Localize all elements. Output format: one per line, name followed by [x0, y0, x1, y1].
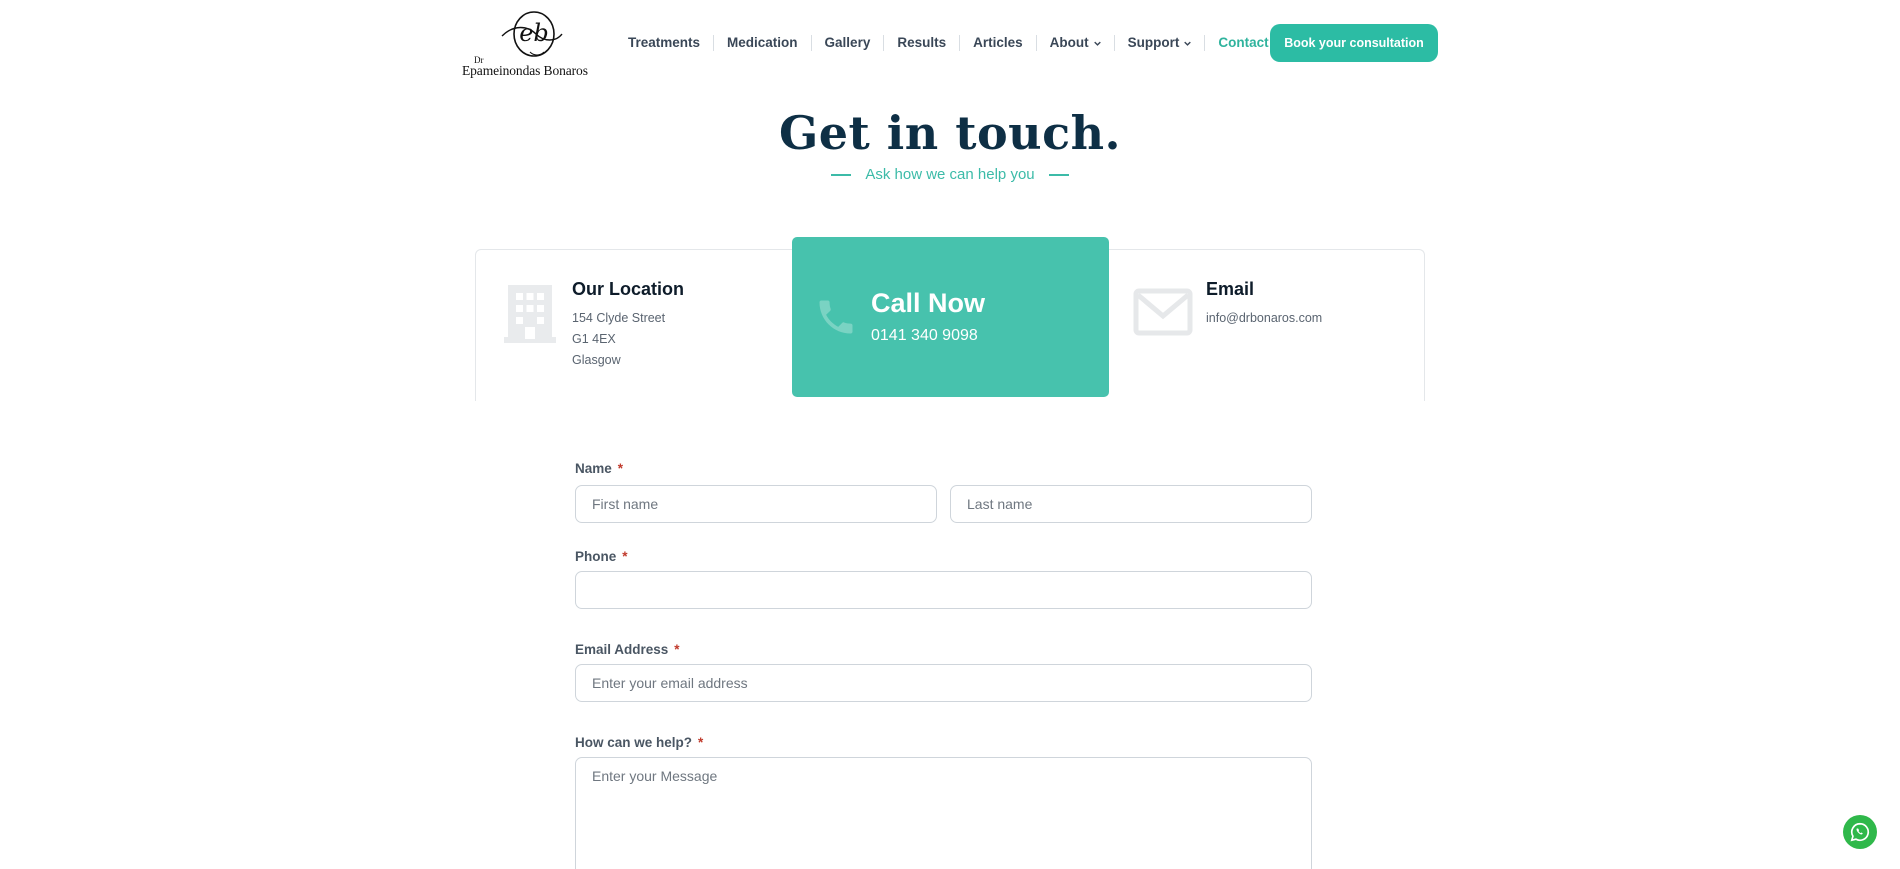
nav-label: Medication: [727, 35, 798, 50]
nav-item-medication[interactable]: Medication: [713, 35, 811, 51]
location-title: Our Location: [572, 279, 684, 299]
call-now-card[interactable]: Call Now 0141 340 9098: [792, 237, 1109, 397]
phone-icon: [819, 300, 853, 334]
main-nav: Treatments Medication Gallery Results Ar…: [615, 34, 1282, 52]
message-textarea[interactable]: [575, 757, 1312, 869]
email-label-text: Email Address: [575, 642, 669, 657]
required-marker: *: [617, 461, 624, 476]
message-label-text: How can we help?: [575, 735, 693, 750]
nav-item-about[interactable]: About: [1035, 35, 1114, 51]
nav-item-treatments[interactable]: Treatments: [615, 35, 713, 51]
whatsapp-button[interactable]: [1843, 815, 1877, 849]
nav-label: About: [1049, 35, 1089, 50]
building-icon: [504, 285, 556, 343]
email-label: Email Address *: [575, 642, 680, 657]
nav-label: Gallery: [824, 35, 871, 50]
nav-label: Articles: [973, 35, 1023, 50]
nav-item-results[interactable]: Results: [883, 35, 959, 51]
chevron-down-icon: [1093, 41, 1101, 46]
email-input[interactable]: [575, 664, 1312, 702]
last-name-input[interactable]: [950, 485, 1312, 523]
required-marker: *: [622, 549, 628, 564]
name-label: Name *: [575, 461, 623, 476]
required-marker: *: [674, 642, 680, 657]
subtitle-divider-right: [1048, 173, 1069, 176]
book-consultation-button[interactable]: Book your consultation: [1270, 24, 1438, 62]
message-label: How can we help? *: [575, 735, 703, 750]
nav-item-gallery[interactable]: Gallery: [810, 35, 884, 51]
email-address[interactable]: info@drbonaros.com: [1206, 311, 1322, 325]
nav-label: Results: [897, 35, 947, 50]
logo-name: Epameinondas Bonaros: [462, 63, 588, 78]
call-now-title: Call Now: [871, 288, 986, 318]
envelope-icon: [1133, 288, 1193, 336]
phone-label: Phone *: [575, 549, 628, 564]
whatsapp-icon: [1850, 822, 1870, 842]
chevron-down-icon: [1184, 41, 1192, 46]
nav-label: Support: [1127, 35, 1180, 50]
phone-label-text: Phone: [575, 549, 617, 564]
nav-item-articles[interactable]: Articles: [959, 35, 1036, 51]
site-logo[interactable]: eb Dr Epameinondas Bonaros: [462, 8, 598, 80]
required-marker: *: [698, 735, 704, 750]
name-label-text: Name: [575, 461, 612, 476]
subtitle-text: Ask how we can help you: [865, 166, 1035, 183]
site-header: eb Dr Epameinondas Bonaros Treatments Me…: [0, 0, 1900, 90]
page-title: Get in touch.: [778, 106, 1122, 160]
location-city: Glasgow: [572, 353, 621, 367]
svg-text:eb: eb: [519, 19, 549, 47]
call-now-phone[interactable]: 0141 340 9098: [871, 327, 978, 345]
email-title: Email: [1206, 279, 1255, 299]
phone-input[interactable]: [575, 571, 1312, 609]
nav-label: Contact: [1218, 35, 1269, 50]
logo-monogram-icon: eb: [501, 11, 563, 57]
location-postcode: G1 4EX: [572, 332, 616, 346]
nav-label: Treatments: [628, 35, 701, 50]
first-name-input[interactable]: [575, 485, 937, 523]
page-subtitle: Ask how we can help you: [0, 166, 1900, 183]
location-street: 154 Clyde Street: [572, 311, 666, 325]
subtitle-divider-left: [831, 173, 852, 176]
nav-item-support[interactable]: Support: [1113, 35, 1205, 51]
